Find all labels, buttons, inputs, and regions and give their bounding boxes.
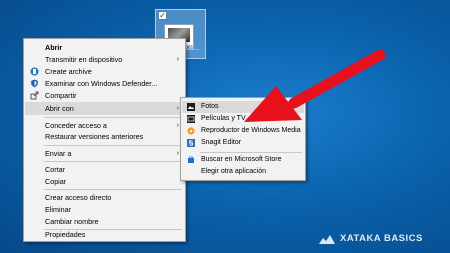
menu-separator — [44, 161, 182, 162]
submenu-item-label: Elegir otra aplicación — [201, 168, 266, 175]
menu-separator — [44, 117, 182, 118]
selection-checkbox[interactable]: ✓ — [158, 11, 167, 20]
submenu-item-label: Buscar en Microsoft Store — [201, 156, 282, 163]
windows-defender-icon — [30, 79, 39, 88]
menu-item-label: Compartir — [45, 91, 77, 100]
menu-item-label: Abrir con — [45, 104, 74, 113]
menu-item-open-with[interactable]: Abrir con › — [25, 102, 184, 115]
menu-item-share[interactable]: Compartir — [25, 89, 184, 102]
share-icon — [30, 91, 39, 100]
open-with-submenu: Fotos Películas y TV Reproductor de Wind… — [180, 97, 306, 181]
menu-item-rename[interactable]: Cambiar nombre — [25, 215, 184, 228]
movies-tv-icon — [187, 115, 195, 123]
submenu-item-photos[interactable]: Fotos — [182, 101, 304, 113]
menu-item-label: Cambiar nombre — [45, 217, 99, 226]
submenu-item-microsoft-store[interactable]: Buscar en Microsoft Store — [182, 154, 304, 166]
submenu-item-windows-media-player[interactable]: Reproductor de Windows Media — [182, 125, 304, 137]
archive-icon — [30, 67, 39, 76]
menu-item-label: Copiar — [45, 177, 67, 186]
submenu-separator — [200, 152, 302, 153]
windows-media-player-icon — [187, 127, 195, 135]
xataka-logo-icon — [319, 235, 335, 244]
submenu-item-label: Películas y TV — [201, 115, 246, 122]
menu-item-properties[interactable]: Propiedades — [25, 228, 184, 241]
submenu-item-movies-tv[interactable]: Películas y TV — [182, 113, 304, 125]
menu-item-copy[interactable]: Copiar — [25, 175, 184, 188]
chevron-right-icon: › — [176, 105, 179, 112]
submenu-item-label: Fotos — [201, 103, 219, 110]
context-menu: Abrir Transmitir en dispositivo › Create… — [23, 38, 186, 242]
menu-item-send-to[interactable]: Enviar a › — [25, 147, 184, 160]
submenu-item-label: Snagit Editor — [201, 139, 242, 146]
menu-separator — [44, 189, 182, 190]
photos-app-icon — [187, 103, 195, 111]
snagit-icon — [187, 139, 195, 147]
menu-separator — [44, 145, 182, 146]
menu-item-label: Propiedades — [45, 230, 86, 239]
chevron-right-icon: › — [176, 150, 179, 157]
watermark-text: XATAKA BASICS — [340, 233, 423, 244]
menu-item-label: Enviar a — [45, 149, 72, 158]
menu-item-restore-versions[interactable]: Restaurar versiones anteriores — [25, 130, 184, 143]
submenu-item-snagit-editor[interactable]: Snagit Editor — [182, 137, 304, 149]
submenu-item-choose-another-app[interactable]: Elegir otra aplicación — [182, 166, 304, 178]
microsoft-store-icon — [187, 156, 195, 164]
menu-item-label: Restaurar versiones anteriores — [45, 132, 144, 141]
submenu-item-label: Reproductor de Windows Media — [201, 127, 301, 134]
